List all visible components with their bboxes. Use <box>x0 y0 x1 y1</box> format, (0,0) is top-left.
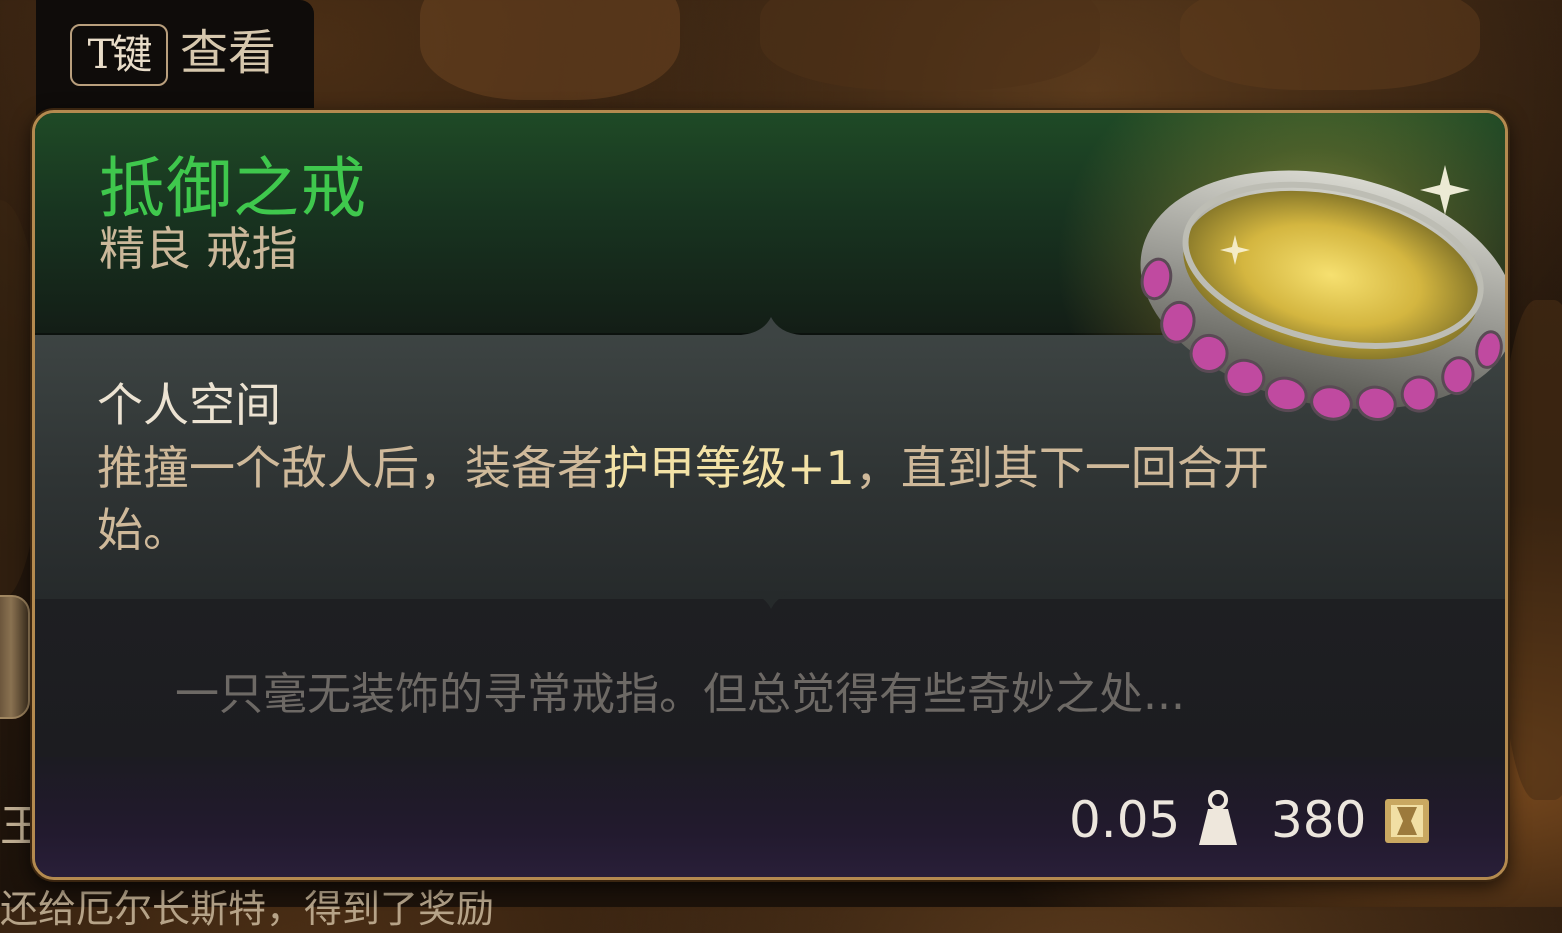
flavor-text: 一只毫无装饰的寻常戒指。但总觉得有些奇妙之处... <box>175 669 1185 720</box>
item-tooltip: 抵御之戒 精良 戒指 个人空间 推撞一个敌人后，装备者护甲等级+1，直到其下一回… <box>32 110 1508 880</box>
weight-icon <box>1195 789 1241 849</box>
effect-title: 个人空间 <box>97 378 281 432</box>
item-name: 抵御之戒 <box>99 150 367 227</box>
armor-class-keyword[interactable]: 护甲等级+1 <box>603 441 855 495</box>
background-rock <box>1500 300 1562 800</box>
section-divider-notch <box>741 317 801 335</box>
background-log-text: 还给厄尔长斯特，得到了奖励 <box>0 887 495 931</box>
background-rock <box>1180 0 1480 90</box>
t-key-badge[interactable]: T键 <box>70 24 168 86</box>
effect-desc-text: 推撞一个敌人后，装备者 <box>97 441 603 495</box>
background-rock <box>760 0 1100 90</box>
price-value: 380 <box>1271 791 1367 849</box>
effect-description: 推撞一个敌人后，装备者护甲等级+1，直到其下一回合开始。 <box>97 437 1317 561</box>
item-rarity-type: 精良 戒指 <box>99 222 298 276</box>
ring-image <box>1115 115 1505 445</box>
weight-value: 0.05 <box>1069 791 1181 849</box>
side-panel-emblem-icon[interactable] <box>0 595 30 719</box>
inspect-label: 查看 <box>180 25 277 81</box>
section-divider-notch <box>741 591 801 609</box>
background-rock <box>420 0 680 100</box>
gold-coin-icon <box>1383 797 1431 845</box>
